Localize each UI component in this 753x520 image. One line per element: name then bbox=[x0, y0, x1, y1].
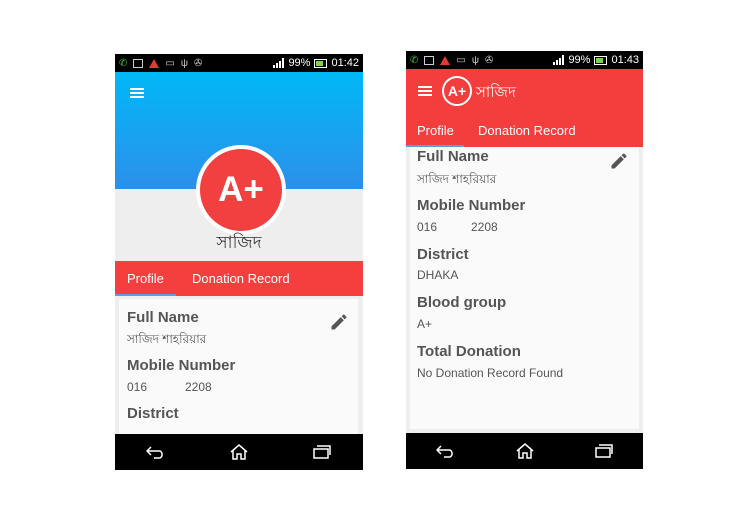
field-label-full-name: Full Name bbox=[127, 309, 199, 326]
phone-screen-profile-scrolled: ✆ ▭ ψ ✇ 99% 01:43 A+ সাজিদ Profile Donat… bbox=[406, 51, 643, 469]
field-value-district: DHAKA bbox=[417, 268, 459, 282]
image-icon bbox=[424, 55, 435, 65]
usb-icon: ψ bbox=[471, 54, 479, 66]
home-icon[interactable] bbox=[229, 444, 249, 460]
field-label-district: District bbox=[127, 405, 179, 422]
status-bar: ✆ ▭ ψ ✇ 99% 01:43 bbox=[406, 51, 643, 69]
tab-bar: Profile Donation Record bbox=[115, 261, 363, 296]
field-value-mobile-prefix: 016 bbox=[127, 380, 148, 394]
field-label-mobile: Mobile Number bbox=[417, 197, 526, 214]
battery-percent: 99% bbox=[288, 57, 311, 69]
field-label-total-donation: Total Donation bbox=[417, 343, 521, 360]
android-icon: ✇ bbox=[484, 54, 494, 66]
chat-icon: ▭ bbox=[456, 54, 466, 66]
app-bar-title: সাজিদ bbox=[476, 84, 516, 101]
menu-icon[interactable] bbox=[418, 86, 432, 96]
blood-group-badge: A+ bbox=[196, 145, 286, 235]
status-bar: ✆ ▭ ψ ✇ 99% 01:42 bbox=[115, 54, 363, 72]
call-icon: ✆ bbox=[410, 54, 419, 66]
battery-icon bbox=[314, 58, 328, 68]
tab-profile[interactable]: Profile bbox=[127, 261, 164, 296]
blood-group-badge: A+ bbox=[442, 76, 472, 106]
android-icon: ✇ bbox=[193, 57, 203, 69]
field-value-full-name: সাজিদ শাহরিয়ার bbox=[417, 172, 497, 186]
battery-icon bbox=[594, 55, 608, 65]
field-value-full-name: সাজিদ শাহরিয়ার bbox=[127, 332, 207, 346]
edit-pencil-icon[interactable] bbox=[329, 312, 349, 332]
clock: 01:43 bbox=[611, 54, 639, 66]
menu-icon[interactable] bbox=[130, 88, 144, 98]
field-value-blood-group: A+ bbox=[417, 317, 433, 331]
field-value-mobile-prefix: 016 bbox=[417, 220, 438, 234]
profile-card: Full Name সাজিদ শাহরিয়ার Mobile Number … bbox=[410, 147, 639, 429]
home-icon[interactable] bbox=[515, 443, 535, 459]
profile-name: সাজিদ bbox=[216, 233, 262, 252]
battery-percent: 99% bbox=[568, 54, 591, 66]
signal-icon bbox=[273, 58, 285, 68]
image-icon bbox=[133, 58, 144, 68]
back-icon[interactable] bbox=[146, 445, 166, 459]
warning-icon bbox=[149, 58, 160, 68]
phone-screen-profile-scrolled-top: ✆ ▭ ψ ✇ 99% 01:42 A+ সাজিদ Profile Donat… bbox=[115, 54, 363, 470]
field-label-district: District bbox=[417, 246, 469, 263]
clock: 01:42 bbox=[331, 57, 359, 69]
field-label-mobile: Mobile Number bbox=[127, 357, 236, 374]
tab-indicator bbox=[115, 294, 176, 296]
field-value-total-donation: No Donation Record Found bbox=[417, 366, 564, 380]
signal-icon bbox=[553, 55, 565, 65]
recent-apps-icon[interactable] bbox=[312, 445, 332, 459]
tab-bar: Profile Donation Record bbox=[406, 113, 643, 147]
tab-donation-record[interactable]: Donation Record bbox=[478, 113, 576, 147]
profile-card: Full Name সাজিদ শাহরিয়ার Mobile Number … bbox=[119, 299, 358, 434]
app-bar: A+ সাজিদ Profile Donation Record bbox=[406, 69, 643, 147]
usb-icon: ψ bbox=[180, 57, 188, 69]
edit-pencil-icon[interactable] bbox=[609, 151, 629, 171]
field-value-mobile-suffix: 2208 bbox=[185, 380, 212, 394]
field-value-mobile-suffix: 2208 bbox=[471, 220, 498, 234]
chat-icon: ▭ bbox=[165, 57, 175, 69]
field-label-full-name: Full Name bbox=[417, 148, 489, 165]
recent-apps-icon[interactable] bbox=[594, 444, 614, 458]
navigation-bar bbox=[406, 433, 643, 469]
warning-icon bbox=[440, 55, 451, 65]
navigation-bar bbox=[115, 434, 363, 470]
tab-donation-record[interactable]: Donation Record bbox=[192, 261, 290, 296]
field-label-blood-group: Blood group bbox=[417, 294, 507, 311]
back-icon[interactable] bbox=[435, 444, 456, 458]
call-icon: ✆ bbox=[119, 57, 128, 69]
tab-profile[interactable]: Profile bbox=[417, 113, 454, 147]
